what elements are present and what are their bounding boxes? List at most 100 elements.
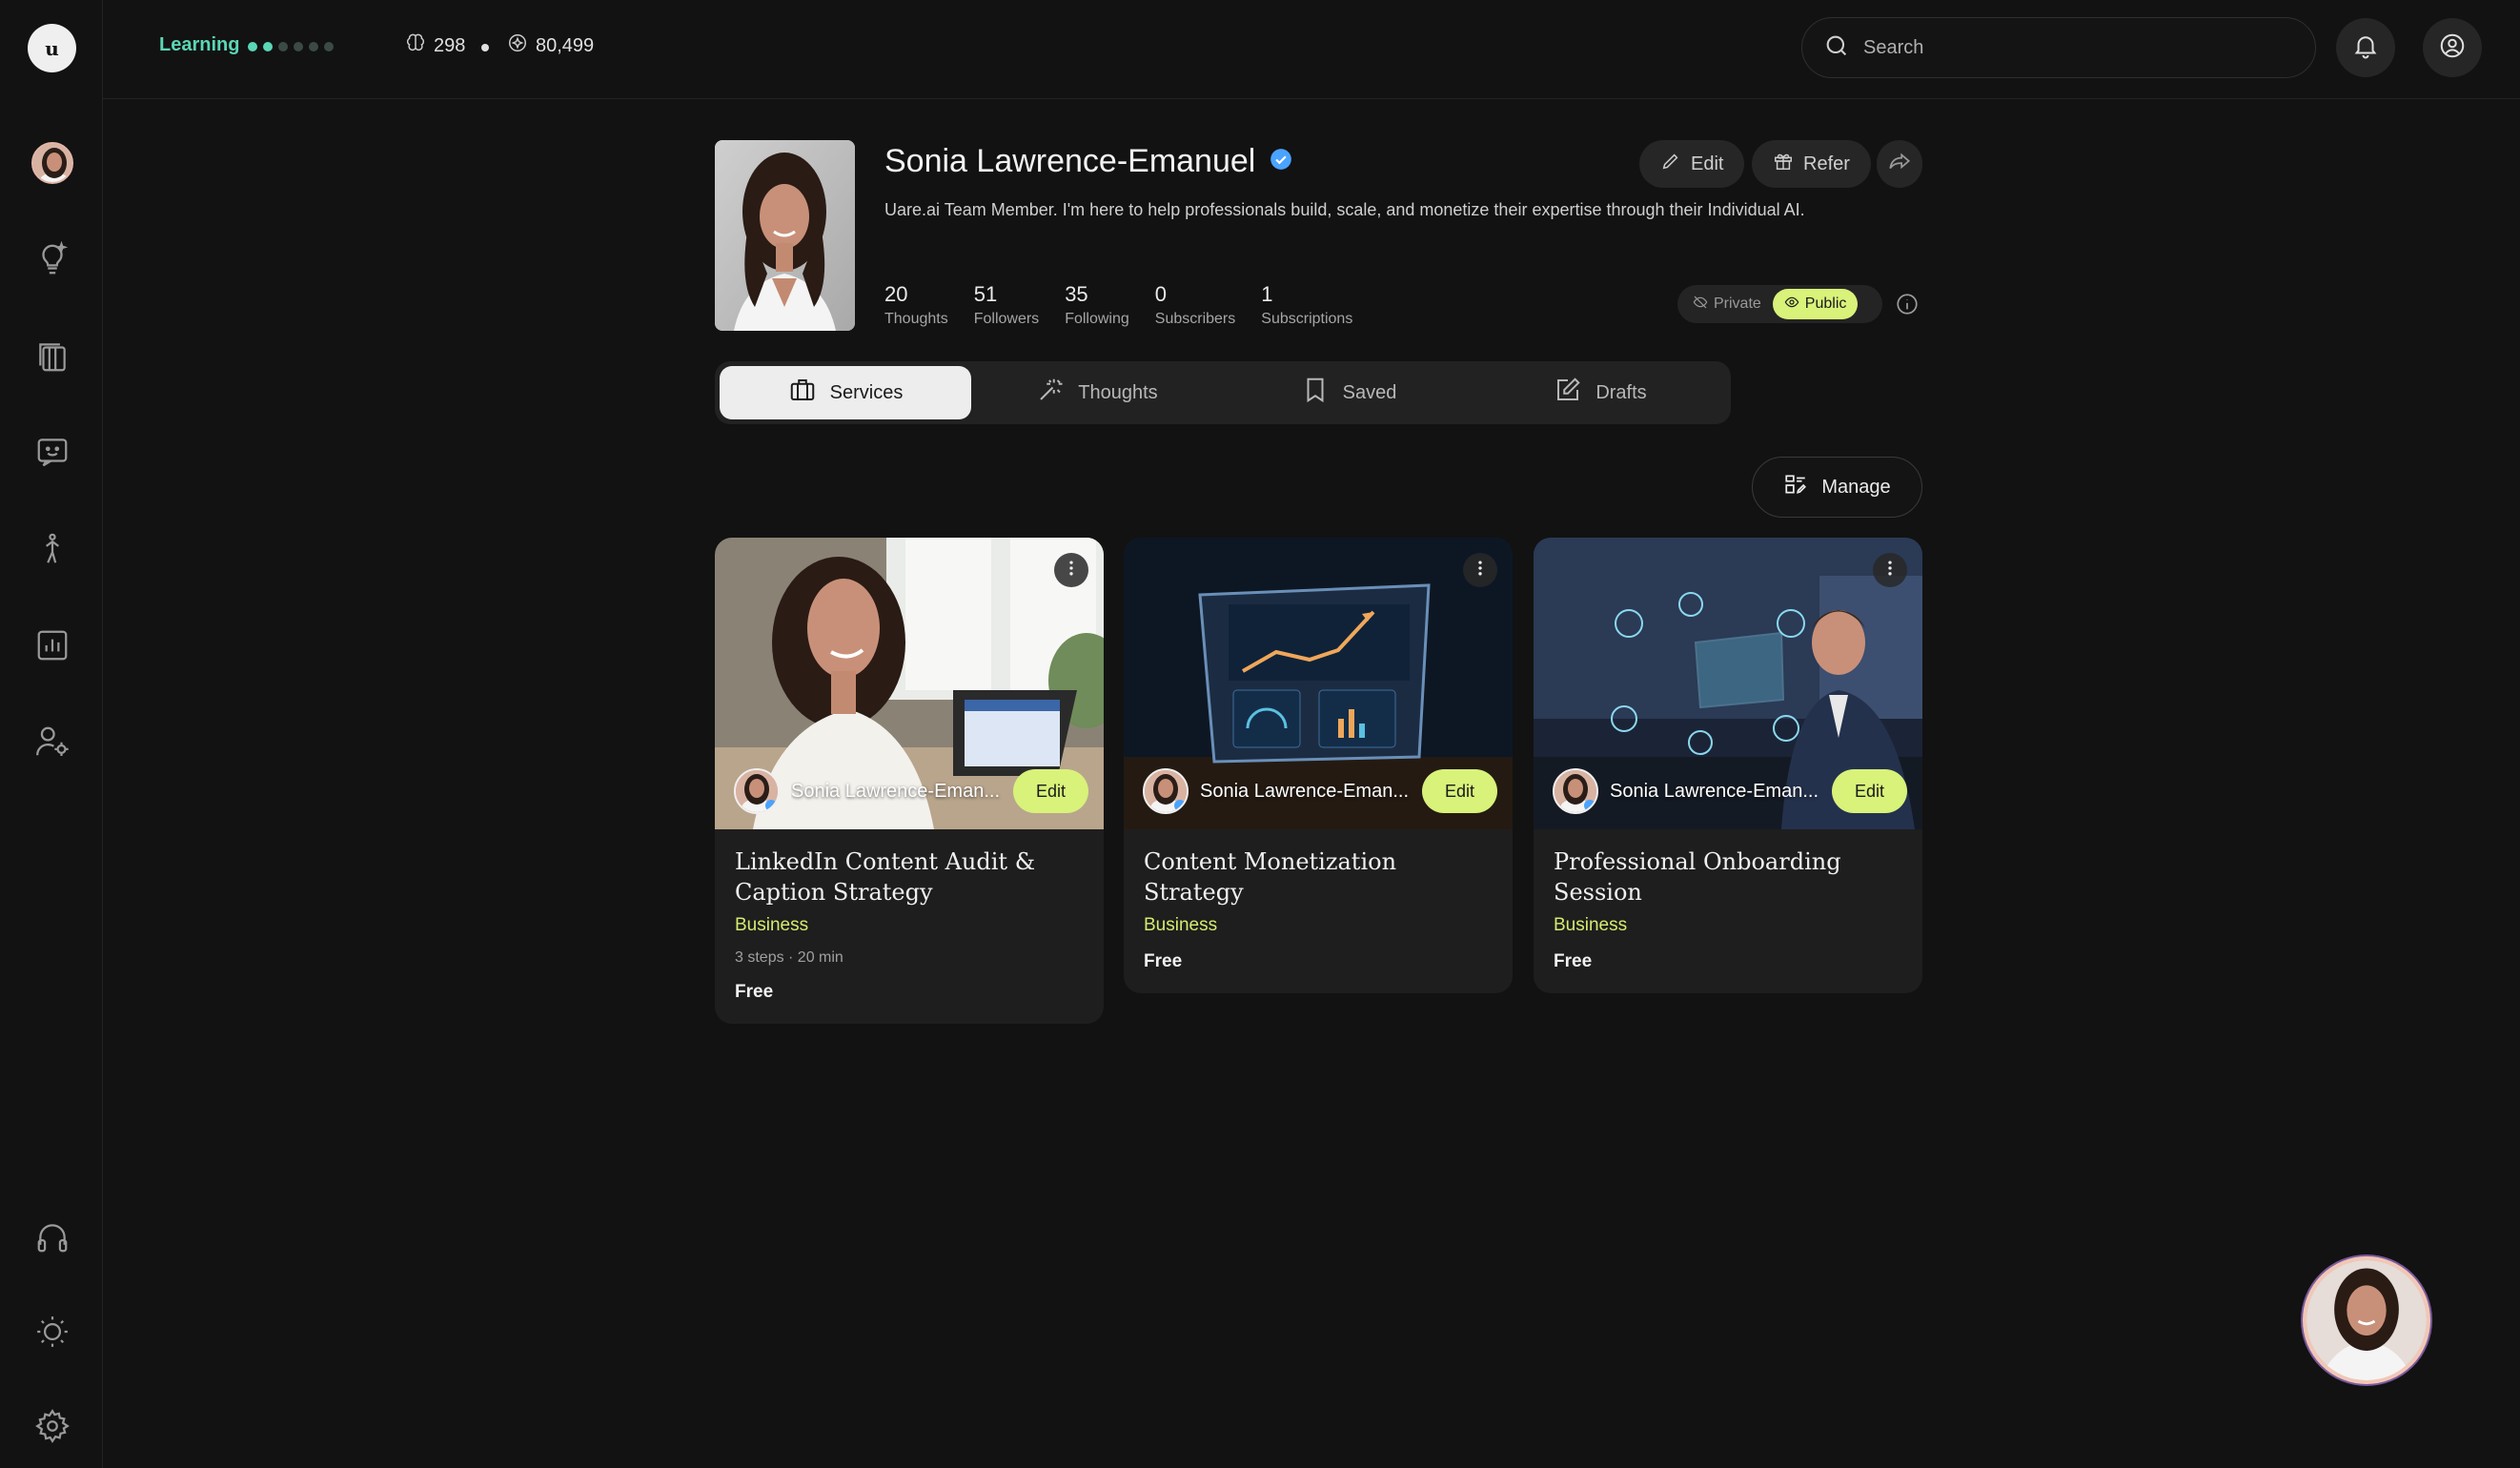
card-edit-button[interactable]: Edit [1012, 769, 1088, 813]
search-input[interactable] [1863, 36, 2264, 59]
owner-name[interactable]: Sonia Lawrence-Eman... [791, 781, 1002, 803]
card-edit-button[interactable]: Edit [1831, 769, 1907, 813]
bookmark-icon [1301, 376, 1330, 410]
account-button[interactable] [2423, 18, 2482, 77]
learning-progress [248, 42, 334, 51]
info-icon[interactable] [1895, 292, 1920, 316]
card-owner: Sonia Lawrence-Eman... Edit [734, 768, 1088, 814]
tab-label: Services [829, 381, 904, 403]
manage-button[interactable]: Manage [1752, 457, 1922, 518]
bell-icon [2351, 31, 2380, 65]
service-card-body: LinkedIn Content Audit & Caption Strateg… [715, 829, 1104, 1024]
owner-avatar[interactable] [734, 768, 780, 814]
tab-services[interactable]: Services [720, 366, 971, 419]
profile-photo[interactable] [715, 140, 855, 331]
service-card[interactable]: Sonia Lawrence-Eman... Edit Professional… [1534, 538, 1922, 993]
profile-name: Sonia Lawrence-Emanuel [884, 143, 1256, 179]
tab-drafts[interactable]: Drafts [1474, 366, 1726, 419]
brain-icon [405, 32, 426, 59]
points-value: 80,499 [536, 34, 595, 56]
library-icon[interactable] [32, 336, 72, 377]
service-card[interactable]: Sonia Lawrence-Eman... Edit Content Mone… [1124, 538, 1513, 993]
share-button[interactable] [1877, 140, 1922, 188]
stat-value: 51 [973, 282, 998, 306]
eye-icon [1784, 295, 1799, 315]
tab-saved[interactable]: Saved [1223, 366, 1474, 419]
service-title[interactable]: LinkedIn Content Audit & Caption Strateg… [735, 846, 1084, 907]
service-card-image: Sonia Lawrence-Eman... Edit [1534, 538, 1922, 829]
kebab-icon [1471, 559, 1490, 582]
stat-thoughts[interactable]: 20 Thoughts [884, 282, 948, 328]
search-icon [1823, 32, 1850, 64]
service-title[interactable]: Professional Onboarding Session [1554, 846, 1902, 907]
tokens-value: 298 [434, 34, 466, 56]
gear-icon[interactable] [32, 1406, 72, 1446]
owner-name[interactable]: Sonia Lawrence-Eman... [1610, 781, 1820, 803]
progress-dot [278, 42, 288, 51]
stat-value: 1 [1261, 282, 1273, 306]
headphones-icon[interactable] [32, 1217, 72, 1257]
manage-label: Manage [1821, 476, 1891, 498]
visibility-private-option[interactable]: Private [1681, 289, 1773, 319]
stat-followers[interactable]: 51 Followers [974, 282, 1039, 328]
card-owner: Sonia Lawrence-Eman... Edit [1143, 768, 1497, 814]
progress-dot [248, 42, 257, 51]
card-edit-button[interactable]: Edit [1421, 769, 1497, 813]
stat-value: 35 [1065, 282, 1088, 306]
profile-bio: Uare.ai Team Member. I'm here to help pr… [884, 200, 1805, 219]
progress-dot [263, 42, 273, 51]
owner-name[interactable]: Sonia Lawrence-Eman... [1200, 781, 1411, 803]
edit-square-icon [1554, 376, 1582, 410]
points-chip[interactable]: 80,499 [507, 32, 594, 59]
more-options-button[interactable] [1054, 553, 1088, 587]
gift-icon [1773, 151, 1794, 177]
stat-label: Subscribers [1154, 311, 1236, 327]
stat-subscribers[interactable]: 0 Subscribers [1155, 282, 1235, 328]
stat-subscriptions[interactable]: 1 Subscriptions [1261, 282, 1352, 328]
private-label: Private [1714, 296, 1761, 312]
stat-value: 20 [884, 282, 908, 306]
service-card-body: Professional Onboarding Session Business… [1534, 829, 1922, 993]
service-meta: 3 steps · 20 min [735, 949, 843, 966]
person-walking-icon[interactable] [32, 529, 72, 569]
edit-profile-button[interactable]: Edit [1639, 140, 1745, 188]
service-title[interactable]: Content Monetization Strategy [1144, 846, 1493, 907]
user-settings-icon[interactable] [32, 722, 72, 762]
chat-smile-icon[interactable] [32, 432, 72, 472]
owner-avatar[interactable] [1143, 768, 1189, 814]
search-bar[interactable] [1801, 17, 2316, 78]
tokens-chip[interactable]: 298 [405, 32, 465, 59]
sun-icon[interactable] [32, 1312, 72, 1352]
lightbulb-icon[interactable] [32, 239, 72, 279]
service-price: Free [735, 982, 774, 1002]
owner-avatar[interactable] [1553, 768, 1598, 814]
learning-label[interactable]: Learning [159, 34, 239, 56]
stat-label: Subscriptions [1261, 311, 1353, 327]
refer-button[interactable]: Refer [1752, 140, 1871, 188]
stat-value: 0 [1154, 282, 1168, 306]
chip-separator [481, 44, 489, 51]
verified-badge-icon [1269, 147, 1293, 176]
stat-label: Thoughts [884, 311, 948, 327]
share-arrow-icon [1887, 150, 1912, 179]
tab-thoughts[interactable]: Thoughts [971, 366, 1223, 419]
analytics-icon[interactable] [32, 625, 72, 665]
visibility-public-option[interactable]: Public [1772, 289, 1859, 319]
service-price: Free [1554, 951, 1593, 971]
more-options-button[interactable] [1873, 553, 1907, 587]
stat-following[interactable]: 35 Following [1065, 282, 1129, 328]
service-card[interactable]: Sonia Lawrence-Eman... Edit LinkedIn Con… [715, 538, 1104, 1024]
eye-off-icon [1693, 295, 1708, 315]
notifications-button[interactable] [2336, 18, 2395, 77]
ai-assistant-avatar-button[interactable] [2303, 1256, 2430, 1384]
progress-dot [309, 42, 318, 51]
app-logo[interactable]: u [28, 24, 76, 72]
service-category: Business [735, 915, 809, 935]
stat-label: Followers [973, 311, 1040, 327]
visibility-toggle[interactable]: Private Public [1677, 285, 1882, 323]
pencil-icon [1660, 151, 1681, 177]
user-circle-icon [2438, 31, 2467, 65]
sparkle-wand-icon [1036, 376, 1065, 410]
more-options-button[interactable] [1463, 553, 1497, 587]
sidebar-avatar[interactable] [31, 142, 73, 184]
